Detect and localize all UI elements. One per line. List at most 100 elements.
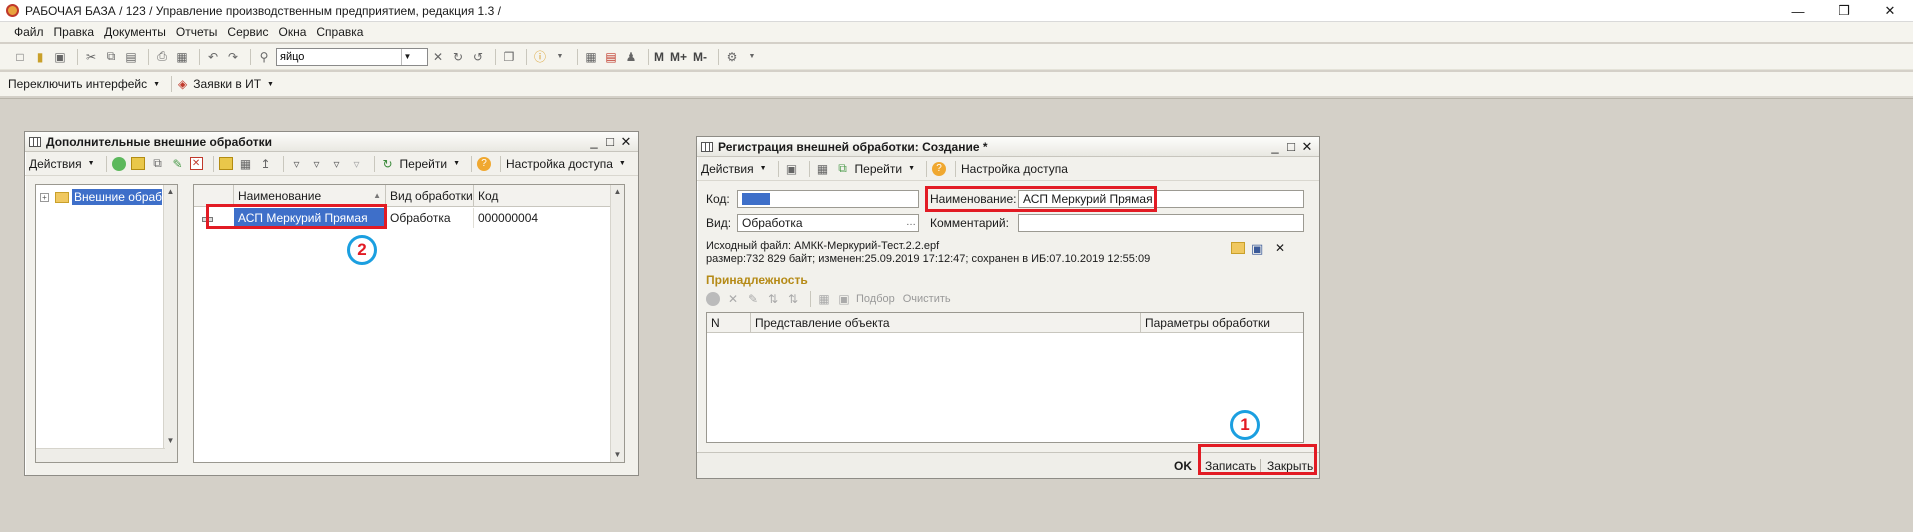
windows-icon[interactable]: ❐ — [501, 49, 517, 65]
search-icon[interactable]: ⚲ — [256, 49, 272, 65]
find-previous-icon[interactable]: ↺ — [470, 49, 486, 65]
menu-edit[interactable]: Правка — [54, 25, 95, 39]
actions-menu[interactable]: Действия — [701, 162, 754, 176]
close-button[interactable]: ✕ — [1299, 139, 1315, 155]
paste-icon[interactable]: ▤ — [123, 49, 139, 65]
minimize-button[interactable]: _ — [1267, 139, 1283, 155]
scroll-down-icon[interactable]: ▼ — [611, 448, 624, 462]
remove-file-icon[interactable]: ✕ — [1275, 241, 1285, 255]
add-icon[interactable] — [111, 156, 126, 171]
move-to-group-icon[interactable]: ▦ — [238, 156, 254, 172]
delete-icon[interactable]: ✕ — [189, 157, 203, 170]
dropdown-arrow-icon[interactable]: ▼ — [552, 49, 568, 65]
table-icon[interactable]: ▣ — [836, 291, 852, 307]
kind-field[interactable]: Обработка … — [737, 214, 919, 232]
filter-by-value-icon[interactable]: ▿ — [309, 156, 325, 172]
group-tree[interactable]: + Внешние обработки ▲ ▼ — [35, 184, 178, 463]
refresh-icon[interactable]: ↻ — [380, 156, 396, 172]
expand-icon[interactable]: + — [40, 192, 49, 202]
add-icon[interactable] — [706, 292, 720, 306]
redo-icon[interactable]: ↷ — [225, 49, 241, 65]
goto-menu[interactable]: Перейти — [400, 157, 448, 171]
dropdown-arrow-icon[interactable]: ▼ — [908, 165, 915, 172]
column-header-name[interactable]: Наименование ▲ — [234, 185, 386, 206]
it-requests-button[interactable]: Заявки в ИТ — [193, 77, 261, 91]
info-icon[interactable]: ⓘ — [532, 49, 548, 65]
fill-icon[interactable]: ▦ — [816, 291, 832, 307]
restore-button[interactable]: ❒ — [1821, 0, 1867, 22]
dropdown-arrow-icon[interactable]: ▼ — [267, 81, 274, 88]
edit-icon[interactable]: ✎ — [745, 291, 761, 307]
maximize-button[interactable]: □ — [602, 134, 618, 150]
tools-icon[interactable]: ⚙ — [724, 49, 740, 65]
filter-list-icon[interactable]: ▿ — [329, 156, 345, 172]
menu-reports[interactable]: Отчеты — [176, 25, 217, 39]
copy-icon[interactable]: ⧉ — [835, 161, 851, 177]
access-settings-menu[interactable]: Настройка доступа — [506, 157, 613, 171]
minimize-button[interactable]: — — [1775, 0, 1821, 22]
up-level-icon[interactable]: ↥ — [258, 156, 274, 172]
close-button[interactable]: ✕ — [1867, 0, 1913, 22]
edit-icon[interactable]: ✎ — [170, 156, 186, 172]
sort-descending-icon[interactable]: ⇅ — [785, 291, 801, 307]
access-settings-button[interactable]: Настройка доступа — [961, 162, 1068, 176]
new-document-icon[interactable]: □ — [12, 49, 28, 65]
sort-ascending-icon[interactable]: ⇅ — [765, 291, 781, 307]
clear-button[interactable]: Очистить — [903, 293, 951, 305]
calculator-icon[interactable]: ▦ — [583, 49, 599, 65]
maximize-button[interactable]: □ — [1283, 139, 1299, 155]
cell-kind[interactable]: Обработка — [386, 208, 474, 228]
memory-minus-button[interactable]: M- — [693, 50, 707, 64]
dropdown-arrow-icon[interactable]: ▼ — [153, 81, 160, 88]
tree-item-root[interactable]: + Внешние обработки — [40, 189, 162, 205]
copy-icon[interactable]: ⧉ — [103, 49, 119, 65]
scroll-up-icon[interactable]: ▲ — [611, 185, 624, 199]
vertical-scrollbar[interactable]: ▲ ▼ — [163, 185, 177, 462]
help-icon[interactable]: ? — [477, 156, 492, 171]
hierarchy-icon[interactable] — [218, 157, 233, 170]
menu-documents[interactable]: Документы — [104, 25, 166, 39]
open-file-icon[interactable] — [1231, 242, 1245, 254]
search-dropdown-icon[interactable]: ▼ — [401, 48, 413, 65]
add-folder-icon[interactable] — [130, 157, 145, 170]
memory-plus-button[interactable]: M+ — [670, 50, 687, 64]
dropdown-arrow-icon[interactable]: ▼ — [88, 160, 95, 167]
save-icon[interactable]: ▣ — [52, 49, 68, 65]
help-icon[interactable]: ? — [932, 161, 947, 176]
column-header-n[interactable]: N — [707, 313, 751, 332]
dropdown-arrow-icon[interactable]: ▼ — [760, 165, 767, 172]
cell-code[interactable]: 000000004 — [474, 208, 612, 228]
clear-search-icon[interactable]: ✕ — [430, 49, 446, 65]
switch-interface-button[interactable]: Переключить интерфейс — [8, 77, 147, 91]
copy-icon[interactable]: ⧉ — [150, 156, 166, 172]
menu-help[interactable]: Справка — [316, 25, 363, 39]
dropdown-arrow-icon[interactable]: ▼ — [619, 160, 626, 167]
goto-menu[interactable]: Перейти — [855, 162, 903, 176]
dropdown-arrow-icon[interactable]: ▼ — [453, 160, 460, 167]
delete-icon[interactable]: ✕ — [725, 291, 741, 307]
column-header-object[interactable]: Представление объекта — [751, 313, 1141, 332]
cut-icon[interactable]: ✂ — [83, 49, 99, 65]
properties-icon[interactable]: ▦ — [815, 161, 831, 177]
print-preview-icon[interactable]: ▦ — [174, 49, 190, 65]
filter-icon[interactable]: ▿ — [289, 156, 305, 172]
minimize-button[interactable]: _ — [586, 134, 602, 150]
close-button[interactable]: ✕ — [618, 134, 634, 150]
undo-icon[interactable]: ↶ — [205, 49, 221, 65]
actions-menu[interactable]: Действия — [29, 157, 82, 171]
menu-file[interactable]: Файл — [14, 25, 44, 39]
column-header-code[interactable]: Код — [474, 185, 612, 206]
ok-button[interactable]: OK — [1174, 459, 1192, 473]
horizontal-scrollbar[interactable] — [36, 448, 165, 462]
menu-windows[interactable]: Окна — [279, 25, 307, 39]
save-icon[interactable]: ▣ — [784, 161, 800, 177]
memory-button[interactable]: M — [654, 50, 664, 64]
search-field[interactable]: ▼ — [276, 47, 428, 66]
vertical-scrollbar[interactable]: ▲ ▼ — [610, 185, 624, 462]
clear-filter-icon[interactable]: ▿ — [349, 156, 365, 172]
search-input[interactable] — [277, 50, 401, 63]
code-field[interactable] — [737, 190, 919, 208]
people-icon[interactable]: ♟ — [623, 49, 639, 65]
scroll-down-icon[interactable]: ▼ — [164, 434, 177, 448]
scroll-up-icon[interactable]: ▲ — [164, 185, 177, 199]
